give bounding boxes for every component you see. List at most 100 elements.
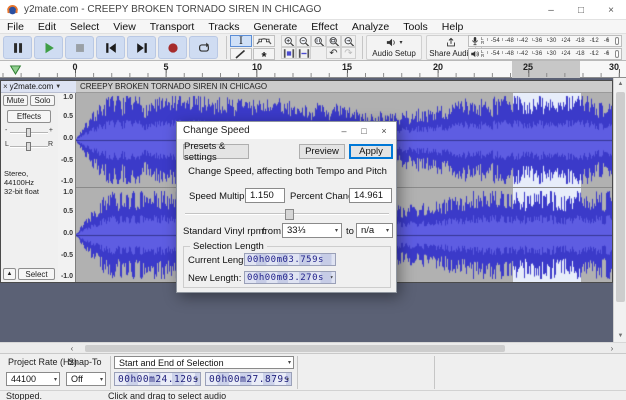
clip-title-bar[interactable]: CREEPY BROKEN TORNADO SIREN IN CHICAGO	[76, 81, 612, 93]
play-button[interactable]	[34, 36, 63, 59]
envelope-tool-button[interactable]	[253, 35, 275, 47]
menu-transport[interactable]: Transport	[143, 21, 202, 33]
horizontal-scroll-thumb[interactable]	[85, 345, 505, 352]
snap-to-combo[interactable]: Off ▾	[66, 372, 106, 386]
speed-slider[interactable]	[185, 208, 389, 220]
pause-icon	[13, 42, 22, 53]
loop-button[interactable]	[189, 36, 218, 59]
percent-change-field[interactable]: 14.961	[349, 188, 392, 203]
scroll-up-icon[interactable]: ▲	[614, 78, 626, 90]
speed-slider-thumb[interactable]	[285, 209, 294, 220]
track-header[interactable]: × y2mate.com ▼	[1, 81, 76, 93]
gain-thumb[interactable]	[26, 128, 31, 137]
zoom-toggle-button[interactable]	[341, 35, 356, 47]
dialog-maximize-button[interactable]: □	[354, 122, 374, 139]
stop-icon	[75, 43, 84, 52]
timeline-ruler[interactable]: 0 5 10 15 20 25 30	[0, 61, 626, 78]
dialog-close-button[interactable]: ×	[374, 122, 394, 139]
pan-slider[interactable]: L R	[5, 141, 53, 151]
collapse-track-button[interactable]: ▲	[3, 268, 16, 280]
select-track-button[interactable]: Select	[18, 268, 55, 280]
toolbar-separator	[434, 356, 435, 389]
menu-analyze[interactable]: Analyze	[345, 21, 396, 33]
recording-meter[interactable]: LR -54 -48 -42 -36 -30 -24 -18 -12 -6	[468, 35, 622, 47]
tools-toolbar: I *	[230, 35, 276, 60]
menu-help[interactable]: Help	[435, 21, 471, 33]
minimize-button[interactable]: –	[536, 0, 566, 20]
project-rate-combo[interactable]: 44100 ▾	[6, 372, 60, 386]
effects-button[interactable]: Effects	[7, 110, 51, 123]
change-speed-dialog: Change Speed – □ × Presets & settings Pr…	[176, 121, 397, 293]
draw-tool-button[interactable]	[230, 48, 252, 60]
multi-tool-button[interactable]: *	[253, 48, 275, 60]
current-length-field[interactable]: 00h00m03.759s	[244, 253, 336, 266]
scroll-left-icon[interactable]: ‹	[66, 343, 78, 353]
transport-toolbar	[3, 36, 218, 59]
apply-button[interactable]: Apply	[349, 144, 393, 159]
vinyl-to-combo[interactable]: n/a ▾	[356, 223, 393, 238]
toolbar-separator	[226, 36, 227, 59]
menu-generate[interactable]: Generate	[246, 21, 304, 33]
menu-tools[interactable]: Tools	[396, 21, 435, 33]
maximize-button[interactable]: □	[566, 0, 596, 20]
vinyl-from-combo[interactable]: 33⅓ ▾	[282, 223, 342, 238]
preview-button[interactable]: Preview	[299, 144, 345, 159]
zoom-in-button[interactable]	[281, 35, 296, 47]
presets-settings-button[interactable]: Presets & settings	[183, 141, 249, 163]
stop-button[interactable]	[65, 36, 94, 59]
record-button[interactable]	[158, 36, 187, 59]
meter-toolbar: LR -54 -48 -42 -36 -30 -24 -18 -12 -6 LR…	[468, 35, 622, 60]
close-button[interactable]: ×	[596, 0, 626, 20]
skip-to-start-button[interactable]	[96, 36, 125, 59]
solo-button[interactable]: Solo	[30, 95, 55, 106]
playback-meter[interactable]: LR -54 -48 -42 -36 -30 -24 -18 -12 -6	[468, 48, 622, 60]
selection-end-field[interactable]: 00h00m27.879s ▾	[205, 372, 292, 386]
gain-slider[interactable]: - +	[5, 127, 53, 137]
silence-audio-button[interactable]	[296, 47, 311, 59]
menu-view[interactable]: View	[106, 21, 143, 33]
vertical-scroll-thumb[interactable]	[616, 92, 625, 302]
toolbar: I * ↶ ↷ ▾ Audio Setup Share Audio L R -5…	[0, 34, 626, 61]
scroll-right-icon[interactable]: ›	[606, 343, 618, 353]
dialog-minimize-button[interactable]: –	[334, 122, 354, 139]
new-length-field[interactable]: 00h00m03.270s ▾	[244, 271, 336, 284]
zoom-selection-button[interactable]	[311, 35, 326, 47]
mute-button[interactable]: Mute	[3, 95, 28, 106]
redo-button[interactable]: ↷	[341, 47, 356, 59]
scroll-down-icon[interactable]: ▼	[614, 330, 626, 342]
undo-button[interactable]: ↶	[326, 47, 341, 59]
vertical-scrollbar[interactable]: ▲ ▼	[613, 78, 626, 342]
pencil-icon	[235, 49, 246, 59]
skip-to-end-button[interactable]	[127, 36, 156, 59]
track-name[interactable]: y2mate.com	[10, 82, 54, 91]
menu-file[interactable]: File	[0, 21, 31, 33]
record-icon	[167, 42, 178, 53]
menu-select[interactable]: Select	[63, 21, 106, 33]
speed-multiplier-field[interactable]: 1.150	[245, 188, 285, 203]
menu-effect[interactable]: Effect	[304, 21, 345, 33]
from-label: from	[262, 226, 281, 237]
pan-thumb[interactable]	[26, 142, 31, 151]
menu-tracks[interactable]: Tracks	[201, 21, 246, 33]
trim-audio-button[interactable]	[281, 47, 296, 59]
dialog-title-bar[interactable]: Change Speed – □ ×	[177, 122, 396, 139]
pause-button[interactable]	[3, 36, 32, 59]
track-menu-caret-icon[interactable]: ▼	[55, 84, 61, 90]
selection-range-mode-combo[interactable]: Start and End of Selection ▾	[114, 356, 294, 369]
zoom-fit-project-button[interactable]	[326, 35, 341, 47]
collapse-icon: ▲	[6, 271, 13, 277]
horizontal-scrollbar[interactable]: ‹ ›	[0, 342, 626, 353]
timeline-options-button[interactable]	[4, 62, 26, 77]
combo-arrow-icon: ▾	[53, 376, 57, 383]
audio-setup-button[interactable]: ▾ Audio Setup	[366, 35, 422, 60]
meter-lr-label: LR	[481, 48, 485, 58]
scale-label: -0.5	[60, 252, 73, 259]
vinyl-to-value: n/a	[361, 225, 375, 236]
zoom-out-button[interactable]	[296, 35, 311, 47]
selection-tool-button[interactable]: I	[230, 35, 252, 47]
selection-start-field[interactable]: 00h00m24.120s ▾	[114, 372, 201, 386]
clip-title: CREEPY BROKEN TORNADO SIREN IN CHICAGO	[80, 82, 268, 91]
scale-label: 0.0	[63, 230, 73, 237]
track-close-icon[interactable]: ×	[3, 82, 8, 91]
menu-edit[interactable]: Edit	[31, 21, 63, 33]
